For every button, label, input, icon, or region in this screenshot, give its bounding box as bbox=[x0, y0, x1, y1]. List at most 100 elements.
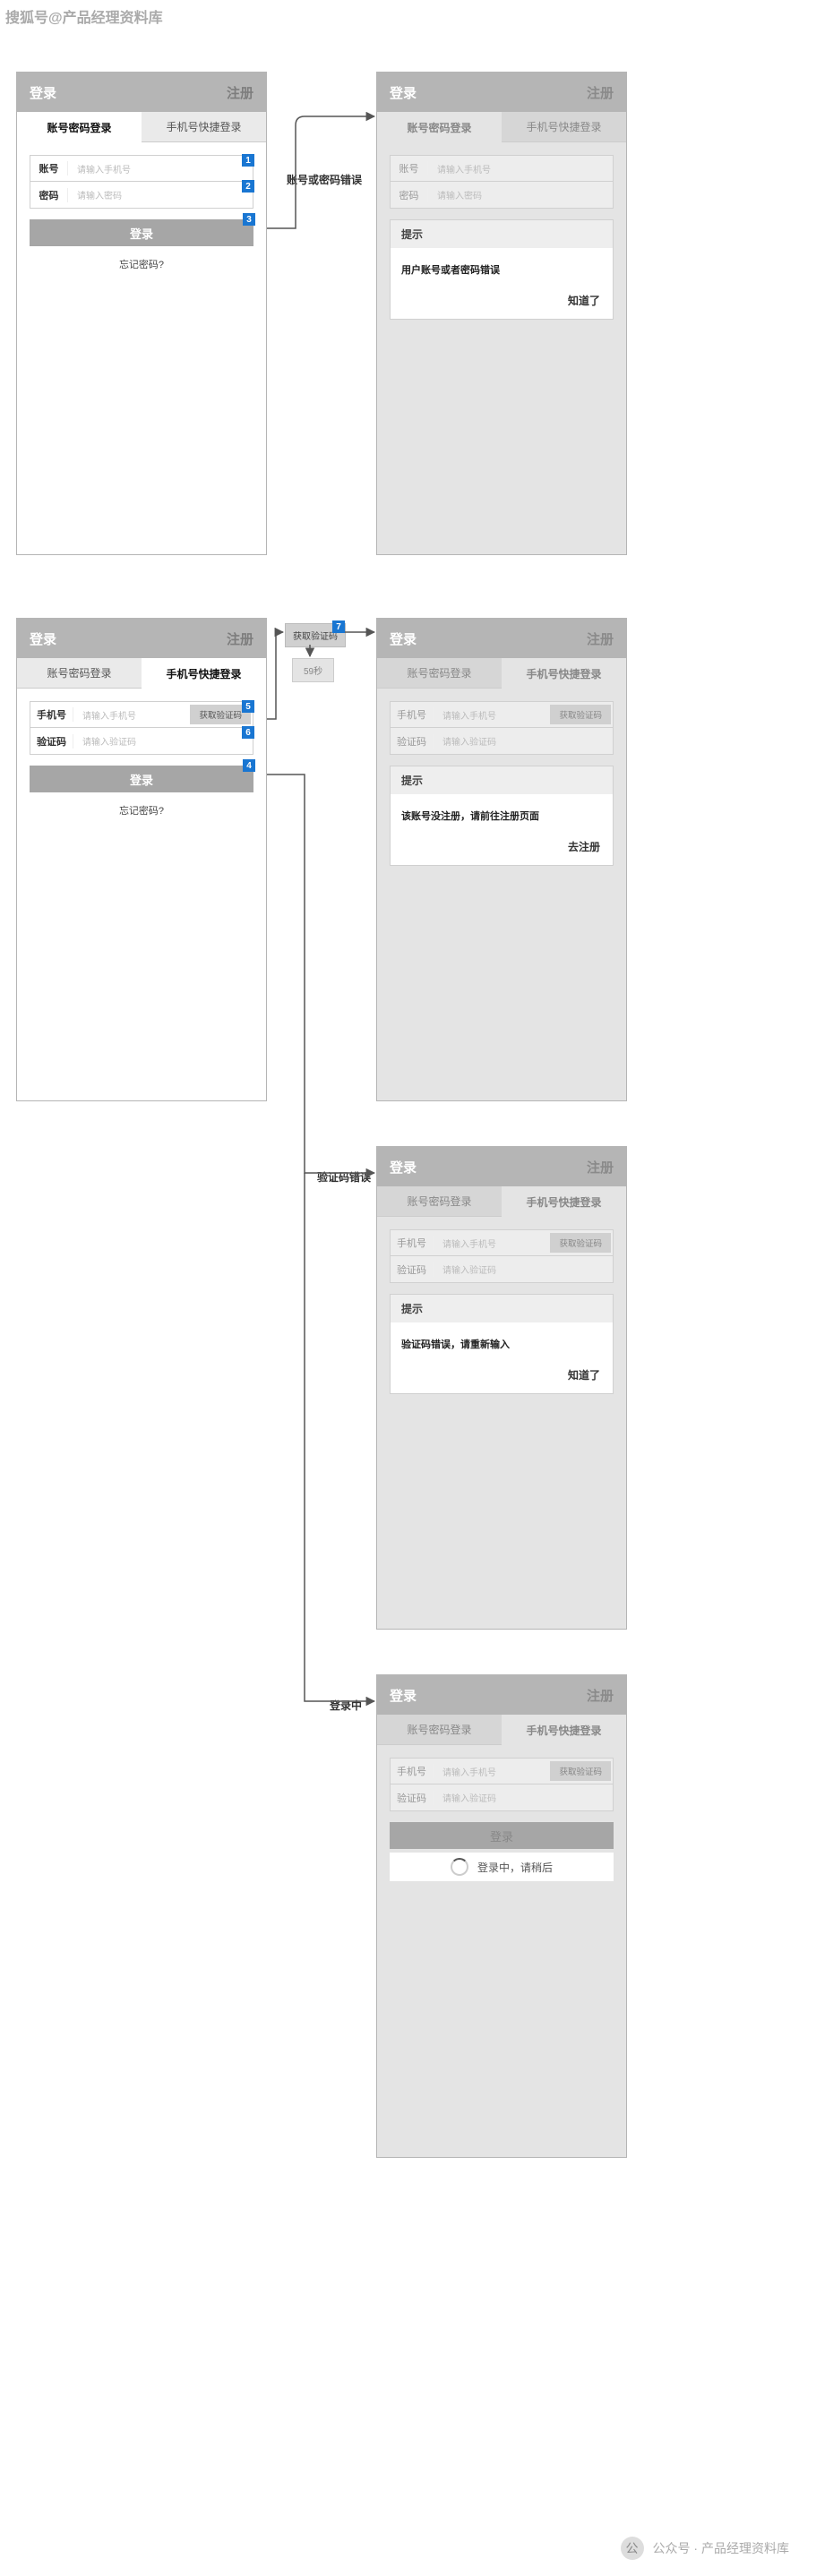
header-login: 登录 bbox=[390, 1158, 417, 1177]
screen-password-login: 登录 注册 账号密码登录 手机号快捷登录 账号 请输入手机号 1 密码 请输入密… bbox=[16, 72, 267, 555]
watermark-top: 搜狐号@产品经理资料库 bbox=[5, 5, 163, 27]
header-register: 注册 bbox=[587, 83, 614, 102]
header-register: 注册 bbox=[587, 629, 614, 648]
label-bad-code: 验证码错误 bbox=[317, 1169, 371, 1185]
header-login[interactable]: 登录 bbox=[30, 83, 56, 102]
login-button[interactable]: 登录 3 bbox=[30, 219, 253, 246]
header: 登录 注册 bbox=[17, 619, 266, 658]
getcode-button: 获取验证码 bbox=[550, 1761, 611, 1781]
login-button-disabled: 登录 bbox=[390, 1822, 614, 1849]
input-account: 请输入手机号 bbox=[428, 162, 613, 175]
tab-password: 账号密码登录 bbox=[377, 112, 502, 142]
label-phone: 手机号 bbox=[391, 707, 434, 722]
tabs: 账号密码登录 手机号快捷登录 bbox=[17, 658, 266, 689]
label-code: 验证码 bbox=[391, 734, 434, 749]
tab-sms: 手机号快捷登录 bbox=[502, 1186, 626, 1217]
header: 登录 注册 bbox=[17, 73, 266, 112]
tab-sms: 手机号快捷登录 bbox=[502, 658, 626, 689]
input-code[interactable]: 请输入验证码 bbox=[73, 734, 253, 748]
screen-sms-badcode: 登录 注册 账号密码登录 手机号快捷登录 手机号 请输入手机号 获取验证码 验证… bbox=[376, 1146, 627, 1630]
tab-sms: 手机号快捷登录 bbox=[502, 1715, 626, 1745]
label-phone: 手机号 bbox=[391, 1764, 434, 1778]
header-login: 登录 bbox=[390, 629, 417, 648]
notice-title: 提示 bbox=[391, 1295, 613, 1322]
label-phone: 手机号 bbox=[30, 707, 73, 722]
label-code: 验证码 bbox=[391, 1262, 434, 1277]
tab-sms[interactable]: 手机号快捷登录 bbox=[142, 112, 266, 142]
header-register[interactable]: 注册 bbox=[227, 83, 253, 102]
input-code: 请输入验证码 bbox=[434, 1791, 613, 1804]
row-phone: 手机号 请输入手机号 获取验证码 5 bbox=[30, 701, 253, 728]
notice-bad-account: 提示 用户账号或者密码错误 知道了 bbox=[390, 219, 614, 320]
tab-password: 账号密码登录 bbox=[377, 1715, 502, 1745]
tab-password[interactable]: 账号密码登录 bbox=[17, 112, 142, 142]
row-code: 验证码 请输入验证码 6 bbox=[30, 728, 253, 755]
label-code: 验证码 bbox=[391, 1791, 434, 1805]
tab-sms: 手机号快捷登录 bbox=[502, 112, 626, 142]
input-phone[interactable]: 请输入手机号 bbox=[73, 708, 190, 722]
screen-sms-loading: 登录 注册 账号密码登录 手机号快捷登录 手机号 请输入手机号 获取验证码 验证… bbox=[376, 1674, 627, 2158]
label-account: 账号 bbox=[391, 161, 428, 175]
header-register[interactable]: 注册 bbox=[227, 629, 253, 648]
marker-1: 1 bbox=[242, 154, 254, 167]
notice-title: 提示 bbox=[391, 766, 613, 794]
label-phone: 手机号 bbox=[391, 1236, 434, 1250]
tabs: 账号密码登录 手机号快捷登录 bbox=[377, 1715, 626, 1745]
marker-4: 4 bbox=[243, 759, 255, 772]
input-phone: 请输入手机号 bbox=[434, 708, 550, 722]
float-getcode-label: 获取验证码 bbox=[293, 632, 338, 642]
header: 登录 注册 bbox=[377, 1147, 626, 1186]
row-phone: 手机号 请输入手机号 获取验证码 bbox=[390, 701, 614, 728]
label-code: 验证码 bbox=[30, 734, 73, 749]
screen-sms-notreg: 登录 注册 账号密码登录 手机号快捷登录 手机号 请输入手机号 获取验证码 验证… bbox=[376, 618, 627, 1101]
notice-action[interactable]: 知道了 bbox=[391, 1360, 613, 1393]
marker-7: 7 bbox=[332, 620, 345, 633]
screen-password-error: 登录 注册 账号密码登录 手机号快捷登录 账号 请输入手机号 密码 请输入密码 … bbox=[376, 72, 627, 555]
label-logging-in: 登录中 bbox=[330, 1698, 362, 1713]
input-phone: 请输入手机号 bbox=[434, 1237, 550, 1250]
notice-title: 提示 bbox=[391, 220, 613, 248]
marker-6: 6 bbox=[242, 726, 254, 739]
tabs: 账号密码登录 手机号快捷登录 bbox=[17, 112, 266, 142]
label-password: 密码 bbox=[30, 188, 68, 202]
header-register: 注册 bbox=[587, 1686, 614, 1705]
tabs: 账号密码登录 手机号快捷登录 bbox=[377, 112, 626, 142]
getcode-button: 获取验证码 bbox=[550, 1233, 611, 1253]
label-password: 密码 bbox=[391, 188, 428, 202]
marker-5: 5 bbox=[242, 700, 254, 713]
input-code: 请输入验证码 bbox=[434, 734, 613, 748]
body: 手机号 请输入手机号 获取验证码 验证码 请输入验证码 登录 登录中，请稍后 bbox=[377, 1745, 626, 1894]
row-account: 账号 请输入手机号 bbox=[390, 155, 614, 182]
row-code: 验证码 请输入验证码 bbox=[390, 728, 614, 755]
screen-sms-login: 登录 注册 账号密码登录 手机号快捷登录 手机号 请输入手机号 获取验证码 5 … bbox=[16, 618, 267, 1101]
tab-password: 账号密码登录 bbox=[377, 658, 502, 689]
row-code: 验证码 请输入验证码 bbox=[390, 1784, 614, 1811]
getcode-button: 获取验证码 bbox=[550, 705, 611, 724]
input-account[interactable]: 请输入手机号 bbox=[68, 162, 253, 175]
spinner-icon bbox=[451, 1858, 468, 1876]
header: 登录 注册 bbox=[377, 73, 626, 112]
row-code: 验证码 请输入验证码 bbox=[390, 1256, 614, 1283]
forgot-link[interactable]: 忘记密码? bbox=[30, 257, 253, 271]
notice-action[interactable]: 知道了 bbox=[391, 286, 613, 319]
header-login: 登录 bbox=[390, 1686, 417, 1705]
notice-bad-code: 提示 验证码错误，请重新输入 知道了 bbox=[390, 1294, 614, 1394]
notice-body: 验证码错误，请重新输入 bbox=[391, 1322, 613, 1360]
notice-action[interactable]: 去注册 bbox=[391, 832, 613, 865]
row-password: 密码 请输入密码 2 bbox=[30, 182, 253, 209]
login-button-label: 登录 bbox=[130, 225, 153, 242]
row-phone: 手机号 请输入手机号 获取验证码 bbox=[390, 1229, 614, 1256]
header-login[interactable]: 登录 bbox=[30, 629, 56, 648]
label-account: 账号 bbox=[30, 161, 68, 175]
tab-sms[interactable]: 手机号快捷登录 bbox=[142, 658, 266, 689]
tab-password[interactable]: 账号密码登录 bbox=[17, 658, 142, 689]
login-button[interactable]: 登录 4 bbox=[30, 766, 253, 792]
header-login: 登录 bbox=[390, 83, 417, 102]
countdown: 59秒 bbox=[292, 658, 334, 682]
notice-body: 用户账号或者密码错误 bbox=[391, 248, 613, 286]
label-bad-account: 账号或密码错误 bbox=[287, 172, 362, 187]
row-password: 密码 请输入密码 bbox=[390, 182, 614, 209]
input-password[interactable]: 请输入密码 bbox=[68, 188, 253, 201]
forgot-link[interactable]: 忘记密码? bbox=[30, 803, 253, 817]
body: 账号 请输入手机号 密码 请输入密码 提示 用户账号或者密码错误 知道了 bbox=[377, 142, 626, 332]
